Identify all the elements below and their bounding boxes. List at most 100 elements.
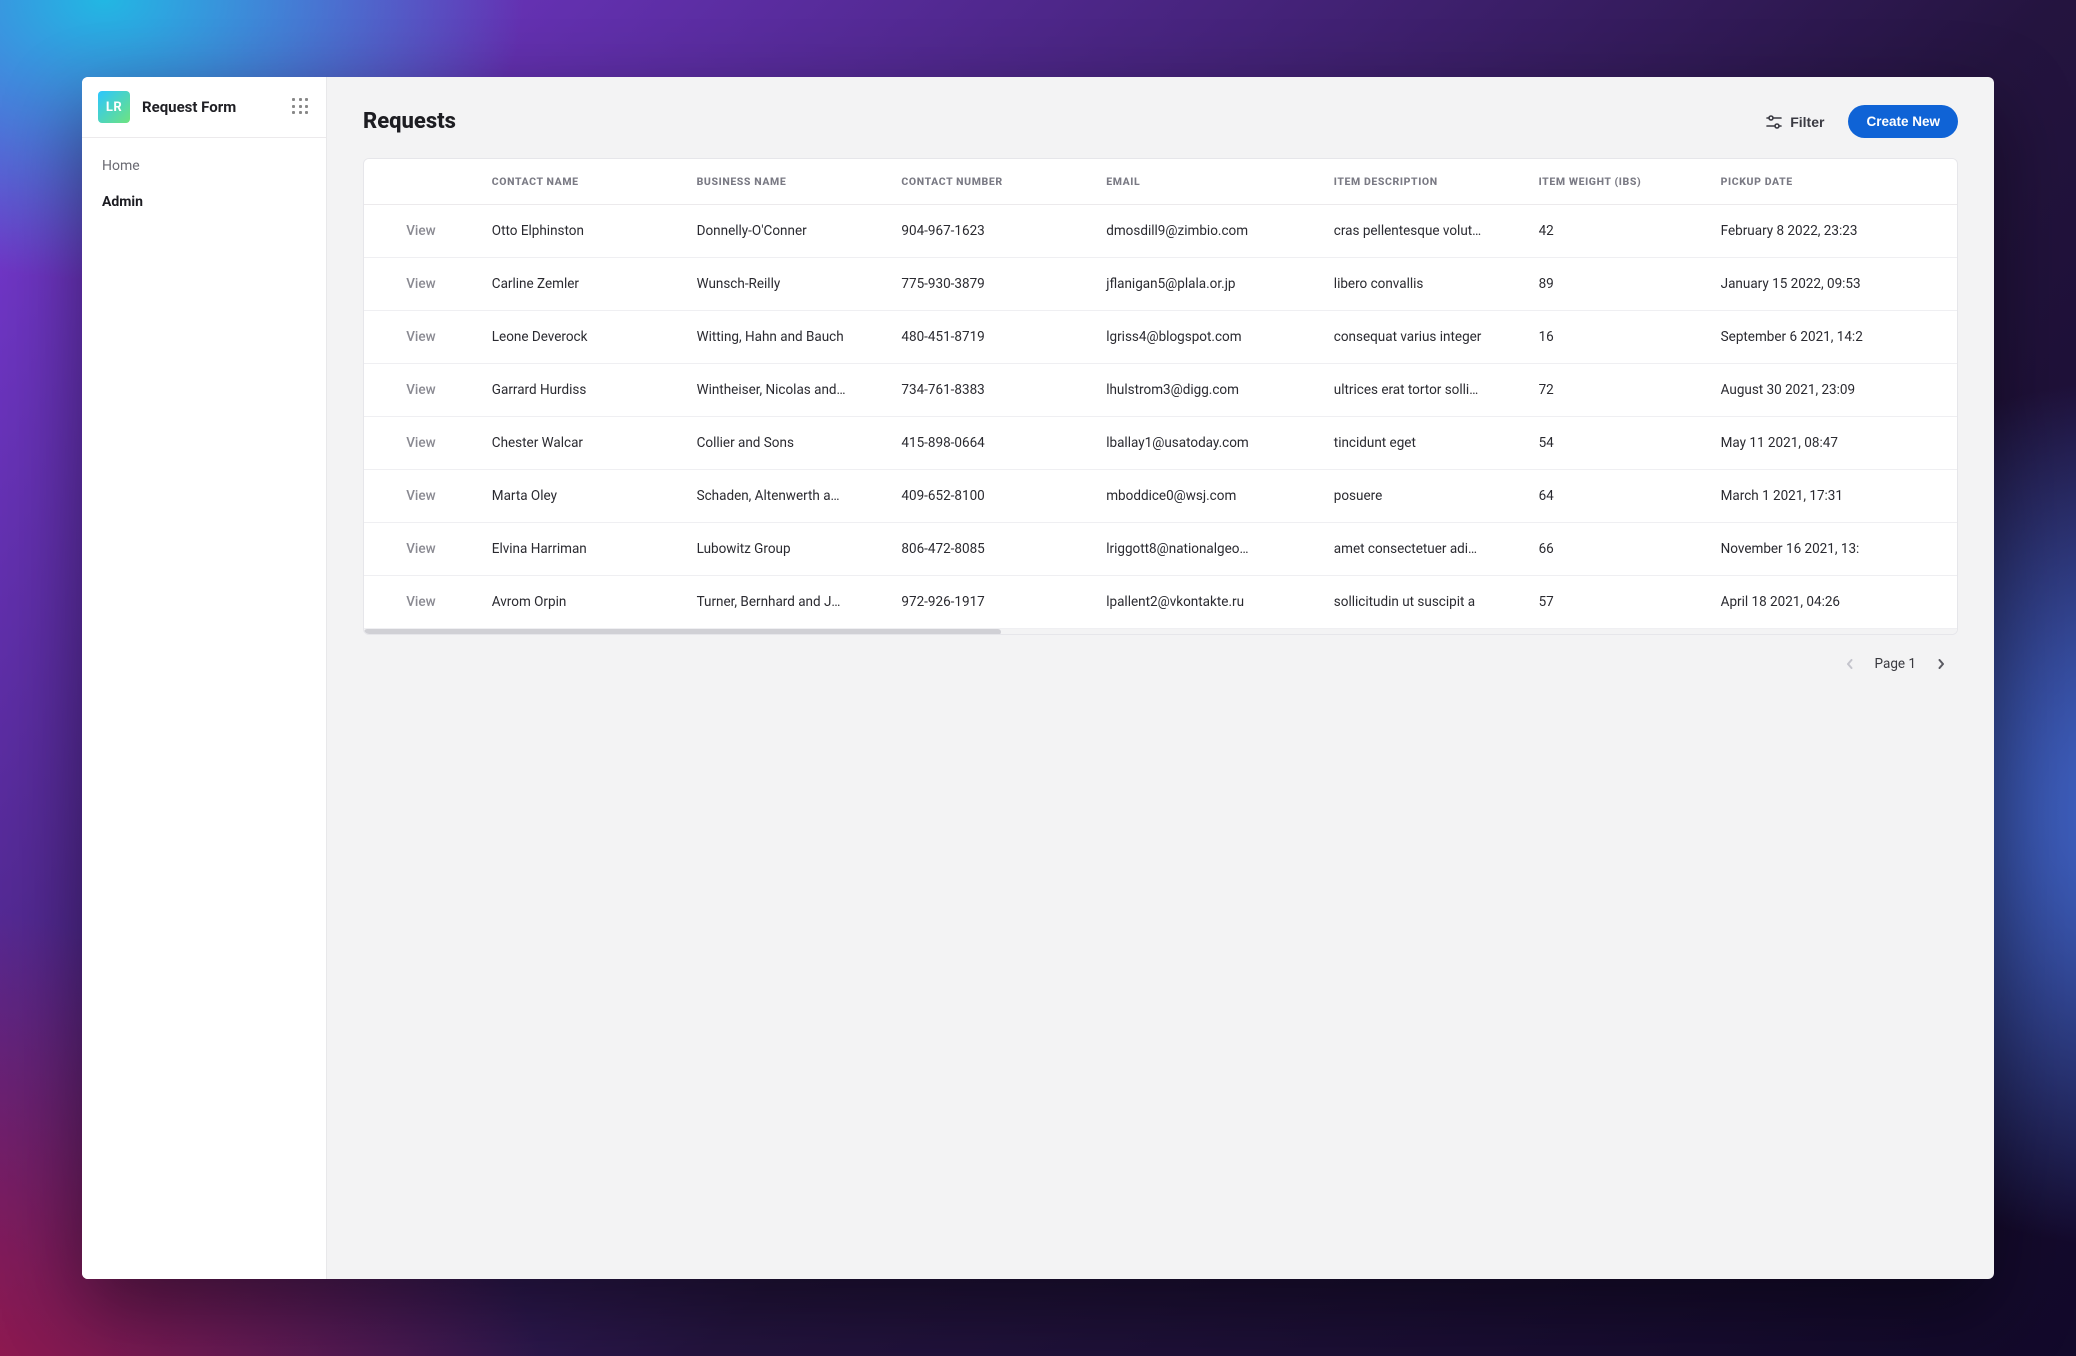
requests-table-container: CONTACT NAMEBUSINESS NAMECONTACT NUMBERE…: [363, 158, 1958, 635]
create-new-button[interactable]: Create New: [1848, 105, 1958, 138]
table-head: CONTACT NAMEBUSINESS NAMECONTACT NUMBERE…: [364, 159, 1957, 205]
page-header: Requests Filter Create New: [363, 105, 1958, 138]
sliders-icon: [1766, 115, 1782, 129]
prev-page-button[interactable]: [1839, 653, 1861, 675]
cell-contact-number: 806-472-8085: [887, 523, 1092, 576]
sidebar-header: LR Request Form: [82, 77, 326, 138]
cell-item-description: cras pellentesque volut…: [1320, 205, 1525, 258]
cell-business-name: Wintheiser, Nicolas and…: [683, 364, 888, 417]
horizontal-scrollbar-track[interactable]: [364, 628, 1957, 634]
cell-contact-number: 904-967-1623: [887, 205, 1092, 258]
cell-item-weight: 66: [1525, 523, 1707, 576]
cell-business-name: Lubowitz Group: [683, 523, 888, 576]
cell-email: lpallent2@vkontakte.ru: [1092, 576, 1320, 629]
cell-business-name: Schaden, Altenwerth a…: [683, 470, 888, 523]
cell-email: mboddice0@wsj.com: [1092, 470, 1320, 523]
cell-item-weight: 64: [1525, 470, 1707, 523]
cell-business-name: Turner, Bernhard and J…: [683, 576, 888, 629]
column-header[interactable]: [364, 159, 478, 205]
cell-contact-name: Avrom Orpin: [478, 576, 683, 629]
cell-contact-number: 415-898-0664: [887, 417, 1092, 470]
sidebar-item-home[interactable]: Home: [82, 148, 326, 184]
app-logo: LR: [98, 91, 130, 123]
view-link[interactable]: View: [406, 541, 435, 557]
main-content: Requests Filter Create New: [327, 77, 1994, 1279]
column-header[interactable]: BUSINESS NAME: [683, 159, 888, 205]
view-link[interactable]: View: [406, 594, 435, 610]
cell-business-name: Donnelly-O'Conner: [683, 205, 888, 258]
app-title: Request Form: [142, 98, 280, 116]
view-link[interactable]: View: [406, 329, 435, 345]
cell-business-name: Wunsch-Reilly: [683, 258, 888, 311]
requests-table: CONTACT NAMEBUSINESS NAMECONTACT NUMBERE…: [364, 159, 1957, 628]
table-row: View Leone DeverockWitting, Hahn and Bauc…: [364, 311, 1957, 364]
table-row: View Marta OleySchaden, Altenwerth a…409-…: [364, 470, 1957, 523]
app-menu-icon[interactable]: [292, 98, 310, 116]
pagination: Page 1: [363, 635, 1958, 675]
cell-email: jflanigan5@plala.or.jp: [1092, 258, 1320, 311]
table-row: View Elvina HarrimanLubowitz Group806-472…: [364, 523, 1957, 576]
cell-item-description: sollicitudin ut suscipit a: [1320, 576, 1525, 629]
column-header[interactable]: CONTACT NUMBER: [887, 159, 1092, 205]
column-header[interactable]: EMAIL: [1092, 159, 1320, 205]
view-link[interactable]: View: [406, 276, 435, 292]
cell-contact-name: Otto Elphinston: [478, 205, 683, 258]
cell-item-description: libero convallis: [1320, 258, 1525, 311]
cell-contact-number: 409-652-8100: [887, 470, 1092, 523]
cell-contact-name: Elvina Harriman: [478, 523, 683, 576]
cell-pickup-date: November 16 2021, 13:: [1707, 523, 1957, 576]
view-link[interactable]: View: [406, 435, 435, 451]
view-link[interactable]: View: [406, 382, 435, 398]
chevron-right-icon: [1936, 659, 1946, 669]
cell-email: lgriss4@blogspot.com: [1092, 311, 1320, 364]
filter-label: Filter: [1790, 114, 1824, 130]
table-row: View Otto ElphinstonDonnelly-O'Conner904-…: [364, 205, 1957, 258]
column-header[interactable]: PICKUP DATE: [1707, 159, 1957, 205]
table-row: View Avrom OrpinTurner, Bernhard and J…97…: [364, 576, 1957, 629]
cell-contact-number: 972-926-1917: [887, 576, 1092, 629]
page-label: Page 1: [1875, 656, 1916, 672]
cell-contact-number: 734-761-8383: [887, 364, 1092, 417]
chevron-left-icon: [1845, 659, 1855, 669]
cell-pickup-date: April 18 2021, 04:26: [1707, 576, 1957, 629]
table-body: View Otto ElphinstonDonnelly-O'Conner904-…: [364, 205, 1957, 629]
cell-item-weight: 89: [1525, 258, 1707, 311]
cell-item-description: tincidunt eget: [1320, 417, 1525, 470]
cell-pickup-date: March 1 2021, 17:31: [1707, 470, 1957, 523]
column-header[interactable]: ITEM WEIGHT (IBS): [1525, 159, 1707, 205]
sidebar-item-admin[interactable]: Admin: [82, 184, 326, 220]
cell-pickup-date: September 6 2021, 14:2: [1707, 311, 1957, 364]
column-header[interactable]: ITEM DESCRIPTION: [1320, 159, 1525, 205]
cell-item-weight: 42: [1525, 205, 1707, 258]
cell-contact-name: Chester Walcar: [478, 417, 683, 470]
header-actions: Filter Create New: [1756, 105, 1958, 138]
create-new-label: Create New: [1866, 114, 1940, 129]
cell-item-description: posuere: [1320, 470, 1525, 523]
cell-item-description: amet consectetuer adi…: [1320, 523, 1525, 576]
sidebar: LR Request Form HomeAdmin: [82, 77, 327, 1279]
cell-business-name: Collier and Sons: [683, 417, 888, 470]
cell-pickup-date: January 15 2022, 09:53: [1707, 258, 1957, 311]
cell-email: lriggott8@nationalgeo…: [1092, 523, 1320, 576]
cell-contact-name: Garrard Hurdiss: [478, 364, 683, 417]
cell-contact-number: 480-451-8719: [887, 311, 1092, 364]
view-link[interactable]: View: [406, 488, 435, 504]
cell-contact-name: Leone Deverock: [478, 311, 683, 364]
cell-email: lhulstrom3@digg.com: [1092, 364, 1320, 417]
cell-business-name: Witting, Hahn and Bauch: [683, 311, 888, 364]
next-page-button[interactable]: [1930, 653, 1952, 675]
cell-contact-number: 775-930-3879: [887, 258, 1092, 311]
page-title: Requests: [363, 109, 456, 134]
table-row: View Garrard HurdissWintheiser, Nicolas a…: [364, 364, 1957, 417]
column-header[interactable]: CONTACT NAME: [478, 159, 683, 205]
cell-item-weight: 54: [1525, 417, 1707, 470]
cell-email: dmosdill9@zimbio.com: [1092, 205, 1320, 258]
cell-email: lballay1@usatoday.com: [1092, 417, 1320, 470]
table-scroll[interactable]: CONTACT NAMEBUSINESS NAMECONTACT NUMBERE…: [364, 159, 1957, 628]
table-row: ViewCarline ZemlerWunsch-Reilly775-930-3…: [364, 258, 1957, 311]
cell-contact-name: Marta Oley: [478, 470, 683, 523]
view-link[interactable]: View: [406, 223, 435, 239]
cell-item-weight: 16: [1525, 311, 1707, 364]
cell-item-weight: 57: [1525, 576, 1707, 629]
filter-button[interactable]: Filter: [1756, 106, 1834, 138]
